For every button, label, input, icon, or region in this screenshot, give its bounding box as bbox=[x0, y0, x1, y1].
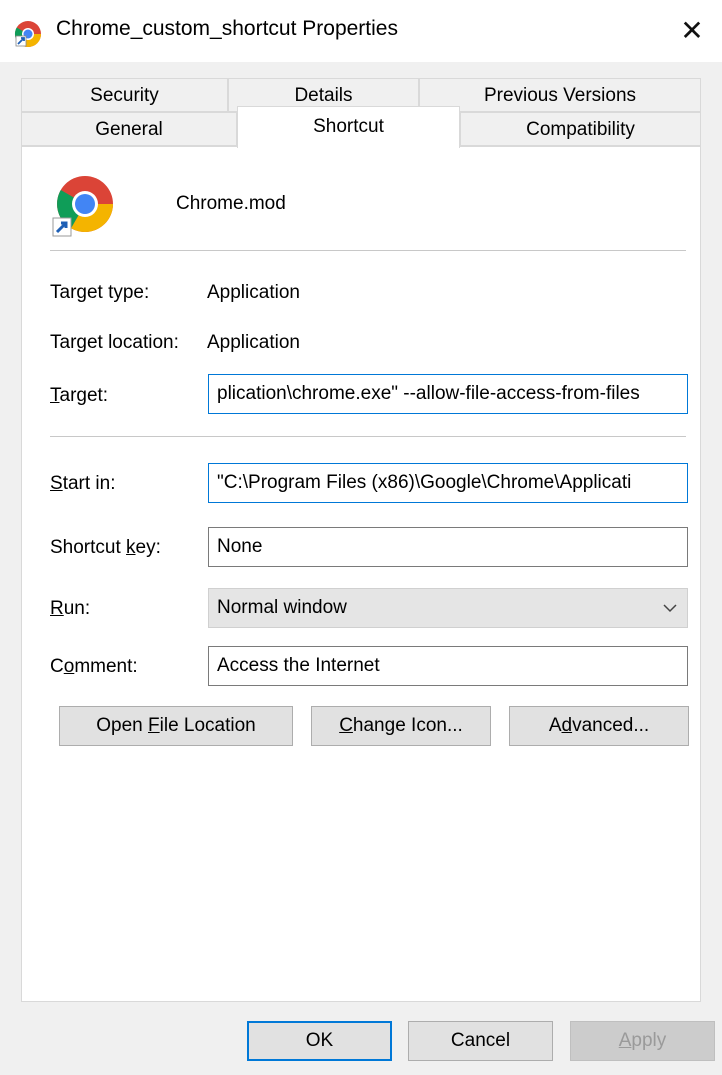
label-text: un: bbox=[63, 598, 91, 619]
button-text: A bbox=[548, 715, 562, 736]
target-type-label: Target type: bbox=[50, 282, 150, 303]
target-location-label: Target location: bbox=[50, 332, 179, 353]
access-key: k bbox=[126, 537, 136, 558]
label-text: tart in: bbox=[62, 473, 116, 494]
tab-label: Compatibility bbox=[526, 119, 635, 140]
access-key: R bbox=[50, 598, 64, 619]
tab-shortcut[interactable]: Shortcut bbox=[237, 106, 460, 148]
access-key: T bbox=[50, 385, 60, 406]
shortcut-key-input[interactable]: None bbox=[208, 527, 688, 567]
target-label: Target: bbox=[50, 385, 108, 407]
window-title: Chrome_custom_shortcut Properties bbox=[56, 17, 398, 40]
run-select[interactable]: Normal window bbox=[208, 588, 688, 628]
close-icon: ✕ bbox=[680, 15, 704, 46]
shortcut-name: Chrome.mod bbox=[176, 193, 286, 214]
open-file-location-button[interactable]: Open File Location bbox=[59, 706, 293, 746]
tab-general[interactable]: General bbox=[21, 112, 237, 146]
access-key: S bbox=[50, 473, 63, 494]
button-text: Open bbox=[96, 715, 149, 736]
apply-button[interactable]: Apply bbox=[570, 1021, 715, 1061]
label-text: arget: bbox=[59, 385, 109, 406]
chrome-icon bbox=[52, 176, 113, 237]
tab-label: Details bbox=[294, 85, 353, 106]
tab-label: General bbox=[95, 119, 163, 140]
shortcut-key-label: Shortcut key: bbox=[50, 537, 161, 559]
tab-label: Security bbox=[90, 85, 159, 106]
tab-label: Shortcut bbox=[313, 116, 384, 137]
access-key: A bbox=[618, 1030, 632, 1051]
tab-security[interactable]: Security bbox=[21, 78, 228, 112]
target-type-value: Application bbox=[207, 282, 300, 303]
label-text: mment: bbox=[74, 656, 138, 677]
separator bbox=[50, 436, 686, 437]
start-in-label: Start in: bbox=[50, 473, 116, 495]
button-text: pply bbox=[631, 1030, 667, 1051]
change-icon-button[interactable]: Change Icon... bbox=[311, 706, 491, 746]
comment-label: Comment: bbox=[50, 656, 138, 678]
chevron-down-icon bbox=[663, 589, 677, 642]
title-bar: Chrome_custom_shortcut Properties ✕ bbox=[0, 0, 722, 62]
label-text: C bbox=[50, 656, 64, 677]
ok-button[interactable]: OK bbox=[247, 1021, 392, 1061]
target-input[interactable]: plication\chrome.exe" --allow-file-acces… bbox=[208, 374, 688, 414]
button-text: hange Icon... bbox=[352, 715, 463, 736]
shortcut-panel bbox=[21, 146, 701, 1002]
tab-label: Previous Versions bbox=[483, 85, 637, 106]
target-location-value: Application bbox=[207, 332, 300, 353]
tab-compatibility[interactable]: Compatibility bbox=[460, 112, 701, 146]
label-text: Shortcut bbox=[50, 537, 127, 558]
run-selected-value: Normal window bbox=[217, 597, 347, 618]
label-text: ey: bbox=[135, 537, 161, 558]
comment-input[interactable]: Access the Internet bbox=[208, 646, 688, 686]
separator bbox=[50, 250, 686, 251]
run-label: Run: bbox=[50, 598, 90, 620]
cancel-button[interactable]: Cancel bbox=[408, 1021, 553, 1061]
access-key: d bbox=[561, 715, 573, 736]
button-text: vanced... bbox=[572, 715, 650, 736]
tab-previous-versions[interactable]: Previous Versions bbox=[419, 78, 701, 112]
start-in-input[interactable]: "C:\Program Files (x86)\Google\Chrome\Ap… bbox=[208, 463, 688, 503]
close-button[interactable]: ✕ bbox=[662, 0, 722, 62]
advanced-button[interactable]: Advanced... bbox=[509, 706, 689, 746]
button-text: ile Location bbox=[159, 715, 256, 736]
access-key: o bbox=[63, 656, 75, 677]
chrome-shortcut-icon bbox=[14, 21, 42, 48]
access-key: F bbox=[148, 715, 160, 736]
access-key: C bbox=[339, 715, 353, 736]
